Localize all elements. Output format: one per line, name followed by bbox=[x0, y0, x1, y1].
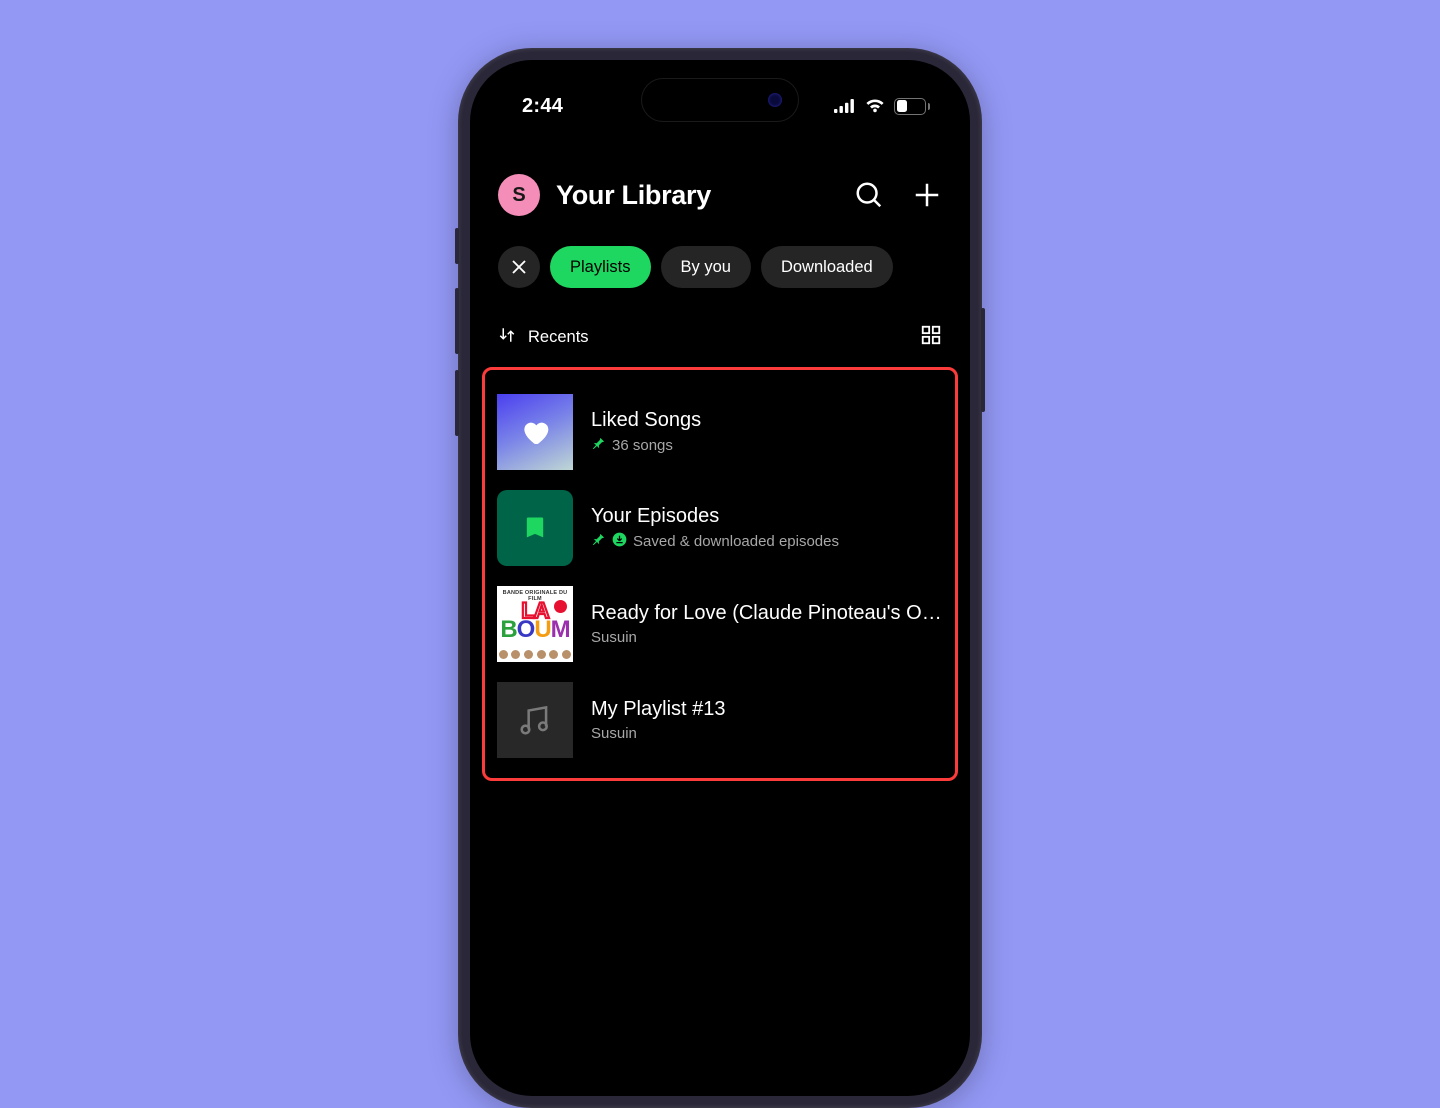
list-item[interactable]: BANDE ORIGINALE DU FILM LA BOUM Ready fo… bbox=[497, 576, 943, 672]
cellular-signal-icon bbox=[834, 99, 856, 113]
filter-chip-playlists[interactable]: Playlists bbox=[550, 246, 651, 288]
filter-row: Playlists By you Downloaded bbox=[470, 216, 970, 288]
grid-view-icon[interactable] bbox=[920, 324, 942, 351]
playlist-list-highlight: Liked Songs 36 songs Your bbox=[482, 367, 958, 781]
search-icon[interactable] bbox=[854, 180, 884, 210]
sort-label: Recents bbox=[528, 328, 589, 347]
item-title: Ready for Love (Claude Pinoteau's Or… bbox=[591, 602, 943, 625]
clear-filters-button[interactable] bbox=[498, 246, 540, 288]
front-camera-icon bbox=[768, 93, 782, 107]
album-cover: BANDE ORIGINALE DU FILM LA BOUM bbox=[497, 586, 573, 662]
phone-frame: 2:44 38 S bbox=[458, 48, 982, 1108]
liked-songs-cover bbox=[497, 394, 573, 470]
add-icon[interactable] bbox=[912, 180, 942, 210]
episodes-cover bbox=[497, 490, 573, 566]
sort-row: Recents bbox=[470, 288, 970, 351]
wifi-icon bbox=[864, 98, 886, 114]
page-title: Your Library bbox=[556, 180, 838, 211]
item-subtitle: Saved & downloaded episodes bbox=[633, 533, 839, 550]
item-title: Your Episodes bbox=[591, 505, 943, 528]
item-subtitle: Susuin bbox=[591, 725, 637, 742]
list-item[interactable]: My Playlist #13 Susuin bbox=[497, 672, 943, 768]
avatar[interactable]: S bbox=[498, 174, 540, 216]
filter-chip-downloaded[interactable]: Downloaded bbox=[761, 246, 893, 288]
pin-icon bbox=[591, 532, 606, 551]
playlist-cover bbox=[497, 682, 573, 758]
list-item[interactable]: Your Episodes Saved & downloaded episode… bbox=[497, 480, 943, 576]
item-title: Liked Songs bbox=[591, 409, 943, 432]
phone-screen: 2:44 38 S bbox=[470, 60, 970, 1096]
dynamic-island bbox=[641, 78, 799, 122]
pin-icon bbox=[591, 436, 606, 455]
item-subtitle: Susuin bbox=[591, 629, 637, 646]
status-time: 2:44 bbox=[522, 95, 563, 118]
list-item[interactable]: Liked Songs 36 songs bbox=[497, 384, 943, 480]
sort-arrows-icon bbox=[498, 326, 516, 349]
item-title: My Playlist #13 bbox=[591, 698, 943, 721]
downloaded-icon bbox=[612, 532, 627, 551]
filter-chip-by-you[interactable]: By you bbox=[661, 246, 751, 288]
library-header: S Your Library bbox=[470, 174, 970, 216]
item-subtitle: 36 songs bbox=[612, 437, 673, 454]
battery-percent: 38 bbox=[904, 100, 917, 112]
battery-icon: 38 bbox=[894, 98, 930, 115]
sort-button[interactable]: Recents bbox=[498, 326, 589, 349]
avatar-letter: S bbox=[512, 184, 525, 207]
